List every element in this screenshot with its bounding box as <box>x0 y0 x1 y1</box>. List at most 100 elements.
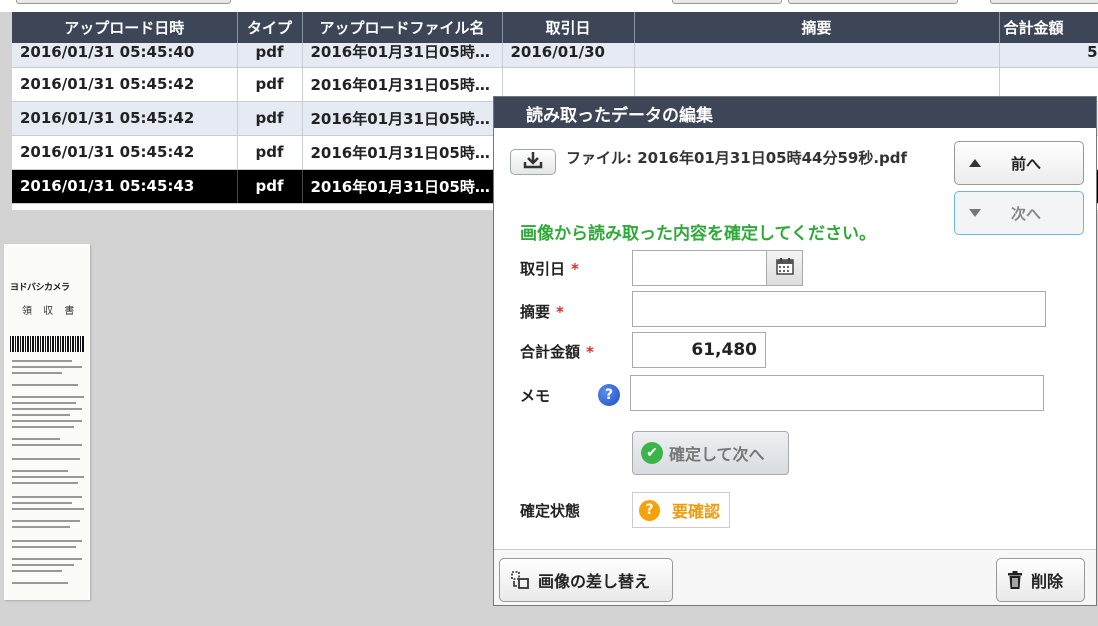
receipt-text-line <box>12 360 72 362</box>
download-button[interactable] <box>510 149 556 175</box>
date-field[interactable] <box>632 250 767 286</box>
status-badge: ? 要確認 <box>632 492 730 528</box>
cell-filename: 2016年01月31日05時… <box>302 169 503 204</box>
required-mark: * <box>556 303 564 321</box>
replace-image-button[interactable]: 画像の差し替え <box>499 558 673 602</box>
cell-filename: 2016年01月31日05時… <box>302 135 503 170</box>
receipt-text-line <box>12 502 72 504</box>
cell-filename: 2016年01月31日05時… <box>302 43 503 68</box>
receipt-text-line <box>12 426 74 428</box>
receipt-text-line <box>12 558 82 560</box>
receipt-text-line <box>12 402 76 404</box>
dialog-footer: 画像の差し替え 削除 <box>494 549 1096 605</box>
receipt-text-line <box>12 458 80 460</box>
summary-field[interactable] <box>632 291 1046 327</box>
cell-upload-datetime: 2016/01/31 05:45:42 <box>12 135 238 170</box>
cell-type: pdf <box>237 169 303 204</box>
required-mark: * <box>571 260 579 278</box>
receipt-text-line <box>12 546 76 548</box>
column-header-total[interactable]: 合計金額 <box>999 12 1098 43</box>
cell-filename: 2016年01月31日05時… <box>302 67 503 102</box>
triangle-down-icon <box>969 209 981 217</box>
receipt-text-line <box>12 372 62 374</box>
receipt-text-line <box>12 420 82 422</box>
status-value: 要確認 <box>672 502 721 521</box>
column-header-type[interactable]: タイプ <box>237 12 303 43</box>
check-icon: ✔ <box>641 442 663 464</box>
receipt-text-line <box>12 540 82 542</box>
total-label: 合計金額 * <box>520 343 594 361</box>
cell-upload-datetime: 2016/01/31 05:45:42 <box>12 67 238 102</box>
cell-upload-datetime: 2016/01/31 05:45:40 <box>12 43 238 68</box>
replace-image-icon <box>510 570 530 590</box>
download-icon <box>522 150 544 174</box>
receipt-text-line <box>12 564 74 566</box>
cell-type: pdf <box>237 135 303 170</box>
delete-button[interactable]: 削除 <box>996 558 1085 602</box>
column-header-transaction-date[interactable]: 取引日 <box>502 12 635 43</box>
receipt-text-line <box>12 438 60 440</box>
receipt-logo: ヨドバシカメラ <box>10 283 70 293</box>
prev-button[interactable]: 前へ <box>954 141 1084 185</box>
receipt-text-line <box>12 496 82 498</box>
receipt-text-line <box>12 582 68 584</box>
table-row[interactable]: 2016/01/31 05:45:40 pdf 2016年01月31日05時… … <box>12 43 1098 68</box>
memo-label: メモ <box>520 387 551 405</box>
receipt-text-line <box>12 508 84 510</box>
cell-type: pdf <box>237 43 303 68</box>
calendar-icon <box>775 256 795 280</box>
receipt-text-line <box>12 482 78 484</box>
total-amount-field[interactable]: 61,480 <box>632 332 766 368</box>
calendar-button[interactable] <box>766 250 803 286</box>
cell-summary <box>634 43 1000 68</box>
status-label: 確定状態 <box>520 502 581 520</box>
cell-type: pdf <box>237 101 303 136</box>
receipt-text-line <box>12 408 82 410</box>
required-mark: * <box>586 343 594 361</box>
receipt-text-line <box>12 526 70 528</box>
top-toolbar-remnant <box>0 0 1098 12</box>
receipt-text-line <box>12 520 80 522</box>
delete-label: 削除 <box>1031 572 1064 591</box>
receipt-text-line <box>12 444 82 446</box>
receipt-image-preview[interactable]: ヨドバシカメラ 領 収 書 <box>4 244 90 600</box>
next-button[interactable]: 次へ <box>954 191 1084 235</box>
dialog-title: 読み取ったデータの編集 <box>494 97 1096 128</box>
receipt-text-line <box>12 470 68 472</box>
column-header-filename[interactable]: アップロードファイル名 <box>302 12 503 43</box>
help-icon[interactable]: ? <box>598 384 620 406</box>
toolbar-button-right[interactable] <box>990 0 1098 4</box>
file-name-label: ファイル: 2016年01月31日05時44分59秒.pdf <box>566 149 908 167</box>
prev-button-label: 前へ <box>1011 154 1042 173</box>
cell-type: pdf <box>237 67 303 102</box>
receipt-text-line <box>12 396 84 398</box>
date-label: 取引日 * <box>520 260 579 278</box>
confirm-next-button[interactable]: ✔ 確定して次へ <box>632 431 789 475</box>
receipt-text-line <box>12 384 78 386</box>
toolbar-button[interactable] <box>16 0 231 4</box>
column-header-summary[interactable]: 摘要 <box>634 12 1000 43</box>
toolbar-search[interactable] <box>788 0 958 4</box>
receipt-text-line <box>12 476 84 478</box>
instruction-text: 画像から読み取った内容を確定してください。 <box>520 224 876 244</box>
receipt-text-line <box>12 414 70 416</box>
receipt-text-line <box>12 570 62 572</box>
toolbar-select[interactable] <box>672 0 782 4</box>
cell-upload-datetime: 2016/01/31 05:45:43 <box>12 169 238 204</box>
replace-image-label: 画像の差し替え <box>538 572 651 591</box>
receipt-barcode <box>10 336 84 352</box>
confirm-next-label: 確定して次へ <box>669 445 765 464</box>
edit-data-dialog: 読み取ったデータの編集 ファイル: 2016年01月31日05時44分59秒.p… <box>493 96 1097 606</box>
cell-transaction-date: 2016/01/30 <box>502 43 635 68</box>
cell-total: 5 <box>999 43 1098 68</box>
cell-upload-datetime: 2016/01/31 05:45:42 <box>12 101 238 136</box>
question-icon: ? <box>639 499 660 521</box>
triangle-up-icon <box>969 159 981 167</box>
summary-label: 摘要 * <box>520 303 564 321</box>
table-header-row: アップロード日時 タイプ アップロードファイル名 取引日 摘要 合計金額 <box>12 12 1098 43</box>
cell-filename: 2016年01月31日05時… <box>302 101 503 136</box>
receipt-title: 領 収 書 <box>22 306 79 317</box>
column-header-upload-datetime[interactable]: アップロード日時 <box>12 12 238 43</box>
receipt-text-line <box>12 366 82 368</box>
memo-field[interactable] <box>630 375 1044 411</box>
